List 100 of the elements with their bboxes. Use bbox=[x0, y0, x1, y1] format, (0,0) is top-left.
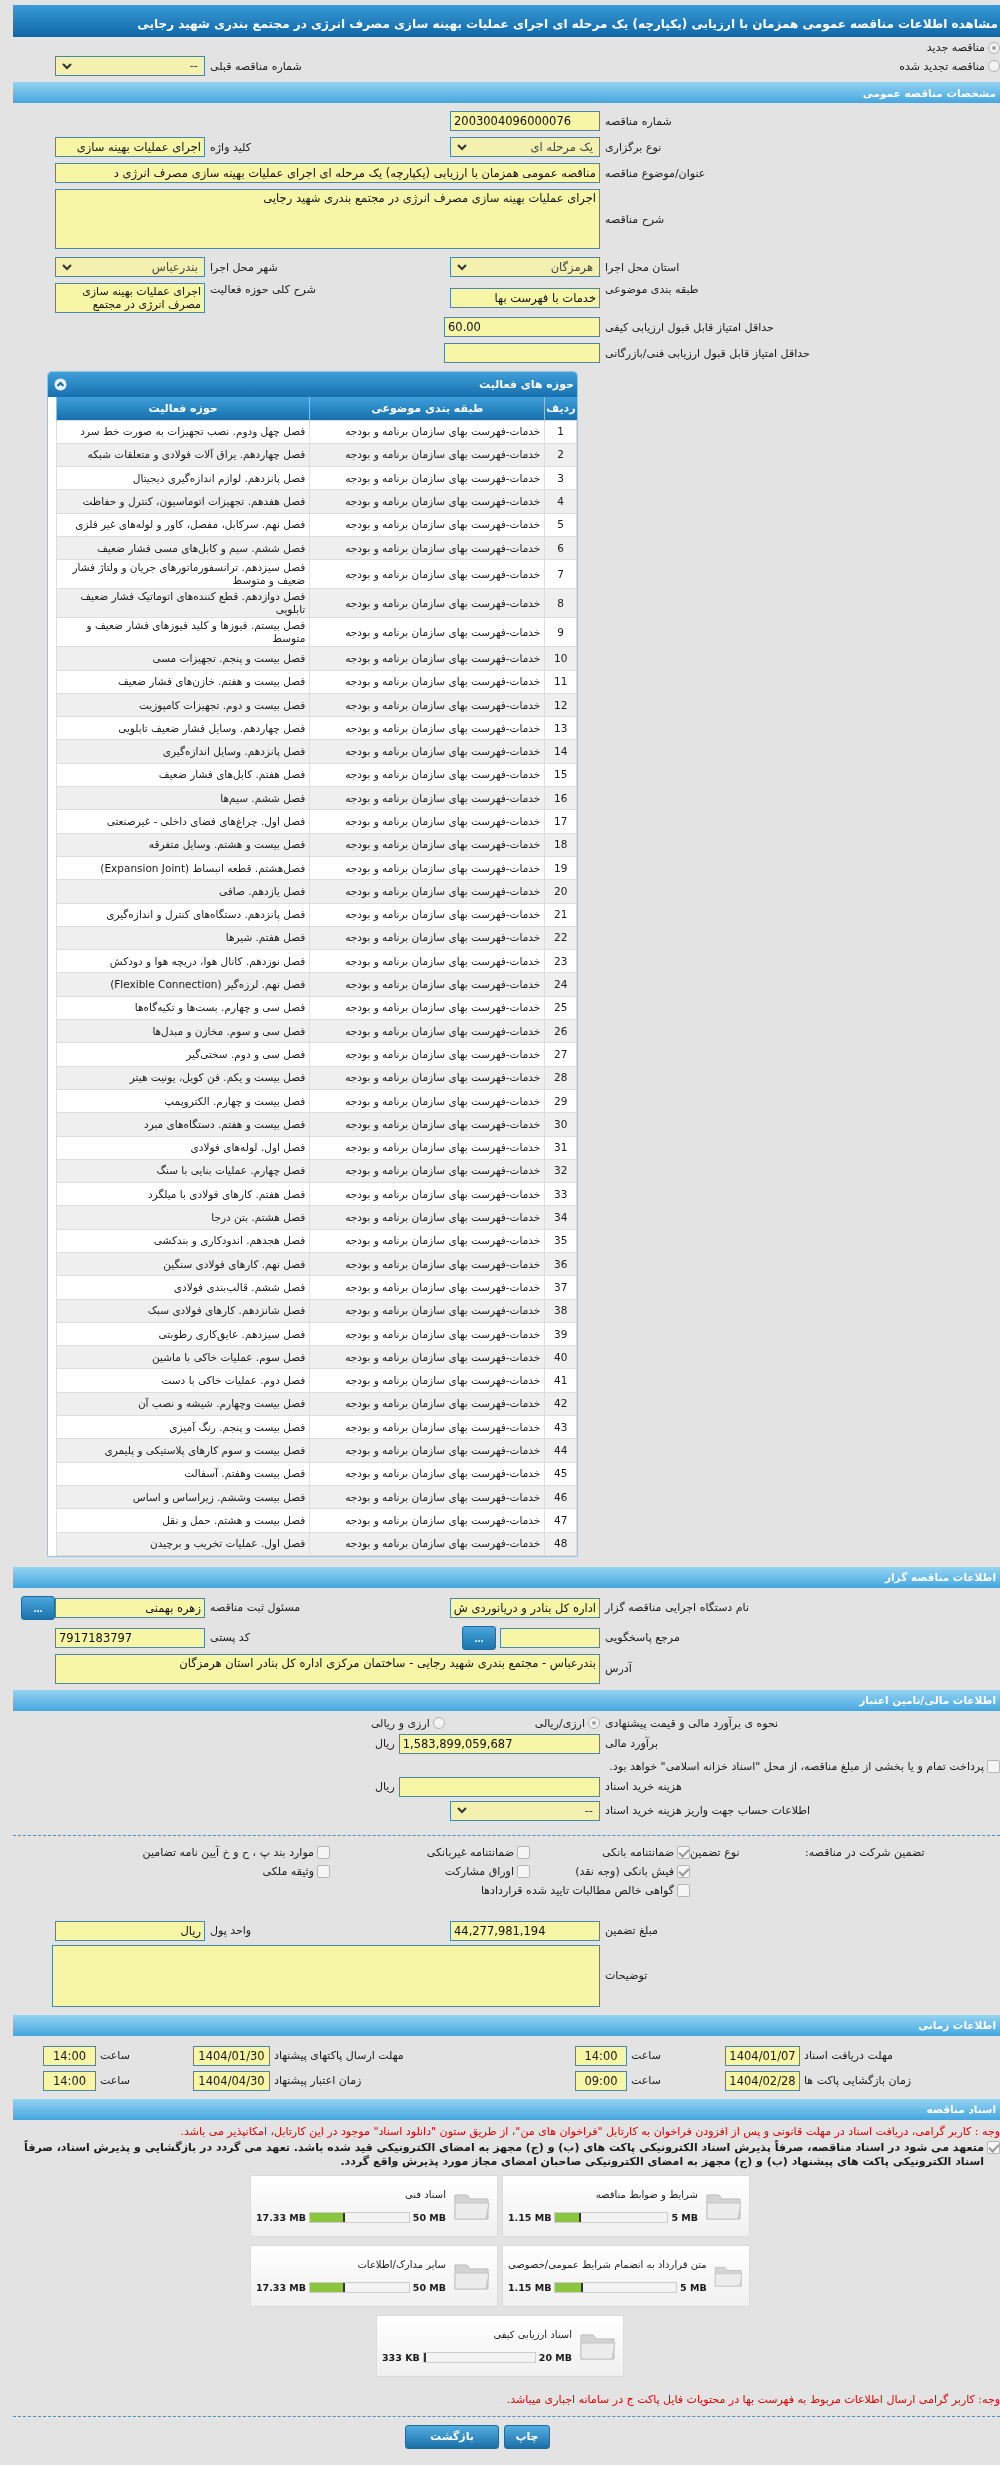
text-area[interactable]: اجرای عملیات بهینه سازی مصرف انرژی در مجتمع بندری شهید رجایی bbox=[55, 189, 600, 249]
input-field[interactable] bbox=[500, 1627, 600, 1648]
time-field[interactable]: 14:00 bbox=[43, 2070, 96, 2091]
time-field[interactable]: 14:00 bbox=[575, 2045, 627, 2066]
table-cell: 10 bbox=[544, 646, 577, 671]
field-label: مرجع پاسخگویی bbox=[604, 1631, 681, 1645]
table-cell: 9 bbox=[544, 617, 577, 647]
table-cell: 27 bbox=[544, 1042, 577, 1067]
checkbox[interactable] bbox=[987, 2140, 1000, 2154]
browse-button[interactable]: ... bbox=[21, 1595, 55, 1620]
radio-button[interactable] bbox=[432, 1717, 445, 1730]
table-cell: 39 bbox=[544, 1322, 577, 1346]
input-field[interactable]: مناقصه عمومی همزمان با ارزیابی (یکپارچه) یک مرحله ای اجرای عملیات بهینه سازی مصرف انرژی د bbox=[55, 163, 600, 183]
field-label: برآورد مالی bbox=[604, 1737, 659, 1751]
column-header: ردیف bbox=[544, 397, 577, 420]
table-cell: خدمات-فهرست بهای سازمان برنامه و بودجه bbox=[309, 670, 545, 694]
checkbox[interactable] bbox=[517, 1864, 530, 1878]
table-cell: فصل بیست و هفتم. خازن‌های فشار ضعیف bbox=[56, 670, 310, 694]
input-field[interactable] bbox=[398, 1776, 600, 1797]
table-cell: فصل نوزدهم. کانال هوا، دریچه هوا و دودکش bbox=[56, 949, 310, 973]
checkbox[interactable] bbox=[317, 1845, 330, 1859]
radio-button[interactable] bbox=[988, 60, 1000, 72]
field-label: کد پستی bbox=[209, 1631, 251, 1645]
file-name: اسناد فنی bbox=[404, 2188, 446, 2200]
radio-button[interactable] bbox=[988, 41, 1000, 54]
field-label: طبقه بندی موضوعی bbox=[604, 283, 700, 296]
table-cell: 8 bbox=[544, 588, 577, 618]
size-limit: 50 MB bbox=[412, 2281, 446, 2293]
action-button[interactable]: بازگشت bbox=[405, 2424, 499, 2449]
input-field[interactable] bbox=[444, 343, 600, 363]
table-cell: خدمات-فهرست بهای سازمان برنامه و بودجه bbox=[309, 1345, 545, 1369]
caret-icon bbox=[62, 263, 72, 271]
date-field[interactable]: 1404/01/07 bbox=[725, 2045, 800, 2066]
file-name: اسناد ارزیابی کیفی bbox=[492, 2328, 572, 2340]
table-cell: 22 bbox=[544, 926, 577, 950]
table-cell: فصل بیست و هشتم. وسایل متفرقه bbox=[56, 833, 310, 857]
select-field[interactable]: هرمزگان bbox=[450, 257, 600, 277]
table-cell: خدمات-فهرست بهای سازمان برنامه و بودجه bbox=[309, 903, 545, 927]
table-cell: خدمات-فهرست بهای سازمان برنامه و بودجه bbox=[309, 420, 545, 444]
text-area[interactable] bbox=[52, 1944, 600, 2007]
checkbox-label: ضمانتنامه غیربانکی bbox=[426, 1845, 514, 1859]
table-cell: خدمات-فهرست بهای سازمان برنامه و بودجه bbox=[309, 1462, 545, 1486]
table-cell: 41 bbox=[544, 1369, 577, 1393]
table-cell: خدمات-فهرست بهای سازمان برنامه و بودجه bbox=[309, 1112, 545, 1136]
caret-icon bbox=[457, 143, 467, 151]
input-field[interactable]: 2003004096000076 bbox=[450, 111, 600, 131]
input-field[interactable]: 44,277,981,194 bbox=[450, 1920, 600, 1941]
select-field[interactable]: یک مرحله ای bbox=[450, 137, 600, 157]
table-cell: خدمات-فهرست بهای سازمان برنامه و بودجه bbox=[309, 972, 545, 997]
table-cell: 44 bbox=[544, 1438, 577, 1463]
field-label: مهلت ارسال پاکتهای پیشنهاد bbox=[273, 2049, 405, 2063]
input-field[interactable]: اجرای عملیات بهینه سازی bbox=[55, 137, 205, 157]
checkbox[interactable] bbox=[987, 1759, 1000, 1773]
text-area[interactable]: اجرای عملیات بهینه سازی مصرف انرژی در مجتمع bbox=[55, 283, 205, 313]
input-field[interactable]: اداره کل بنادر و دریانوردی ش bbox=[449, 1597, 600, 1618]
time-field[interactable]: 09:00 bbox=[575, 2070, 627, 2091]
caret-icon bbox=[62, 62, 72, 70]
table-cell: فصل بیست و هشتم. حمل و نقل bbox=[56, 1508, 310, 1533]
table-cell: خدمات-فهرست بهای سازمان برنامه و بودجه bbox=[309, 1415, 545, 1439]
table-cell: 35 bbox=[544, 1229, 577, 1253]
table-cell: 3 bbox=[544, 466, 577, 490]
table-cell: فصل بیستم. فیوزها و کلید فیوزهای فشار ضعیف و متوسط bbox=[56, 617, 310, 647]
table-cell: 21 bbox=[544, 903, 577, 927]
checkbox-label: اوراق مشارکت bbox=[444, 1864, 514, 1878]
size-limit: 50 MB bbox=[412, 2211, 446, 2223]
date-field[interactable]: 1404/02/28 bbox=[725, 2070, 800, 2091]
input-field[interactable]: 60.00 bbox=[444, 317, 600, 337]
field-label: ساعت bbox=[99, 2049, 131, 2063]
input-field[interactable]: زهره بهمنی bbox=[55, 1597, 205, 1618]
input-field[interactable]: خدمات با فهرست بها bbox=[450, 288, 600, 308]
table-cell: فصل سوم. عملیات خاکی با ماشین bbox=[56, 1345, 310, 1369]
select-field[interactable]: بندرعباس bbox=[55, 257, 205, 277]
time-field[interactable]: 14:00 bbox=[43, 2045, 96, 2066]
collapse-icon[interactable] bbox=[54, 378, 67, 391]
table-cell: 36 bbox=[544, 1252, 577, 1276]
table-cell: خدمات-فهرست بهای سازمان برنامه و بودجه bbox=[309, 693, 545, 717]
table-cell: خدمات-فهرست بهای سازمان برنامه و بودجه bbox=[309, 949, 545, 973]
checkbox[interactable] bbox=[677, 1864, 690, 1878]
radio-button[interactable] bbox=[588, 1717, 600, 1730]
checkbox[interactable] bbox=[317, 1864, 330, 1878]
size-used: 17.33 MB bbox=[256, 2281, 307, 2293]
date-field[interactable]: 1404/04/30 bbox=[193, 2070, 270, 2091]
table-cell: 2 bbox=[544, 443, 577, 467]
checkbox[interactable] bbox=[677, 1883, 690, 1897]
input-field[interactable]: ریال bbox=[55, 1920, 205, 1941]
table-cell: فصل بیست و چهارم. الکتروپمپ bbox=[56, 1089, 310, 1113]
select-field[interactable]: -- bbox=[55, 56, 205, 76]
browse-button[interactable]: ... bbox=[462, 1625, 496, 1650]
input-field[interactable]: 1,583,899,059,687 bbox=[398, 1733, 600, 1754]
action-button[interactable]: چاپ bbox=[504, 2424, 550, 2449]
table-cell: خدمات-فهرست بهای سازمان برنامه و بودجه bbox=[309, 1299, 545, 1323]
input-field[interactable]: 7917183797 bbox=[55, 1627, 205, 1648]
checkbox[interactable] bbox=[517, 1845, 530, 1859]
text-area[interactable]: بندرعباس - مجتمع بندری شهید رجایی - ساختمان مرکزی اداره کل بنادر استان هرمزگان bbox=[55, 1653, 600, 1684]
table-cell: فصل اول. چراغ‌های فضای داخلی - غیرصنعتی bbox=[56, 809, 310, 834]
table-cell: خدمات-فهرست بهای سازمان برنامه و بودجه bbox=[309, 996, 545, 1020]
table-cell: فصل سی و دوم. سختی‌گیر bbox=[56, 1042, 310, 1067]
date-field[interactable]: 1404/01/30 bbox=[193, 2045, 270, 2066]
select-field[interactable]: -- bbox=[450, 1800, 600, 1821]
checkbox[interactable] bbox=[677, 1845, 690, 1859]
